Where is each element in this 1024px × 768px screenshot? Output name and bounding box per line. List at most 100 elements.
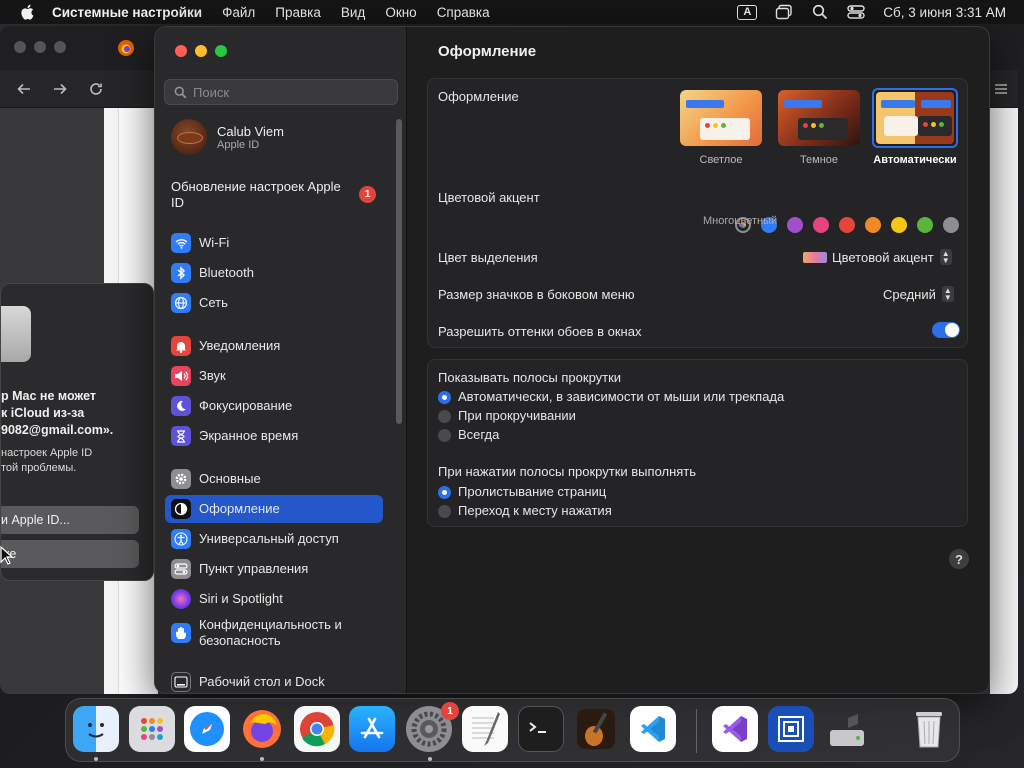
back-arrow-icon[interactable] [16,81,32,97]
appearance-light-option[interactable] [680,90,762,146]
show-scrollbars-label: Показывать полосы прокрутки [438,370,622,385]
sidebar-item-general[interactable]: Основные [165,465,383,493]
scrollbars-scrolling-radio[interactable] [438,410,451,423]
mouse-cursor-icon [0,546,14,565]
firefox-tab-icon[interactable] [117,39,135,57]
safari-icon[interactable] [184,706,230,752]
menu-view[interactable]: Вид [341,5,365,20]
highlight-color-value: Цветовой акцент [832,249,934,265]
appearance-auto-option[interactable] [872,88,958,148]
sidebar-item-accessibility[interactable]: Универсальный доступ [165,525,383,553]
search-icon[interactable] [811,4,829,20]
launchpad-icon[interactable] [129,706,175,752]
notification-badge: 1 [441,702,459,720]
sidebar-item-label: Сеть [199,295,228,310]
menu-edit[interactable]: Правка [275,5,321,20]
close-button[interactable] [175,45,187,57]
remote-desktop-icon[interactable] [768,706,814,752]
later-button[interactable]: же [1,540,139,568]
sidebar-scrollbar[interactable] [396,119,402,424]
menu-file[interactable]: Файл [222,5,255,20]
wallpaper-tinting-label: Разрешить оттенки обоев в окнах [438,324,642,339]
vscode-icon[interactable] [630,706,676,752]
menu-help[interactable]: Справка [437,5,490,20]
reload-icon[interactable] [88,81,104,97]
sidebar-item-label: Конфиденциальность и безопасность [199,617,342,648]
minimize-button[interactable] [195,45,207,57]
clock[interactable]: Сб, 3 июня 3:31 AM [883,5,1006,20]
scrollbars-auto-radio[interactable] [438,391,451,404]
sidebar-item-wifi[interactable]: Wi-Fi [165,229,383,257]
sidebar-item-label: Экранное время [199,428,299,443]
accent-red-swatch[interactable] [839,217,855,233]
forward-arrow-icon[interactable] [52,81,68,97]
menu-window[interactable]: Окно [385,5,416,20]
sidebar-item-desktop-dock[interactable]: Рабочий стол и Dock [165,668,383,693]
search-input[interactable] [193,84,393,100]
dock-icon [171,672,191,692]
visual-studio-icon[interactable] [712,706,758,752]
click-next-page-label: Пролистывание страниц [458,484,607,499]
running-indicator [428,757,432,761]
app-store-icon[interactable] [349,706,395,752]
appearance-auto-label: Автоматически [873,154,957,166]
sidebar-item-label: Wi-Fi [199,235,230,250]
scrollbars-always-radio[interactable] [438,429,451,442]
chrome-icon[interactable] [294,706,340,752]
sidebar-item-control-center[interactable]: Пункт управления [165,555,383,583]
siri-icon [171,589,191,609]
apple-id-update-item[interactable]: Обновление настроек Apple ID [171,179,346,211]
hamburger-menu-icon[interactable] [994,82,1008,96]
accent-orange-swatch[interactable] [865,217,881,233]
sidebar-item-bluetooth[interactable]: Bluetooth [165,259,383,287]
sidebar-item-sound[interactable]: Звук [165,362,383,390]
accent-purple-swatch[interactable] [787,217,803,233]
firefox-icon[interactable] [239,706,285,752]
thumb-dot [923,122,928,127]
icloud-alert-dialog: р Mac не может к iCloud из-за 9082@gmail… [0,283,154,581]
accent-graphite-swatch[interactable] [943,217,959,233]
sidebar-item-siri-spotlight[interactable]: Siri и Spotlight [165,585,383,613]
sidebar-item-appearance[interactable]: Оформление [165,495,383,523]
zoom-button[interactable] [215,45,227,57]
wallpaper-tinting-toggle[interactable] [932,322,960,338]
click-jump-radio[interactable] [438,505,451,518]
accent-green-swatch[interactable] [917,217,933,233]
sidebar-item-focus[interactable]: Фокусирование [165,392,383,420]
sidebar-item-network[interactable]: Сеть [165,289,383,317]
trash-icon[interactable] [906,706,952,752]
appearance-dark-option[interactable] [778,90,860,146]
help-button[interactable]: ? [949,549,969,569]
boot-camp-icon[interactable] [824,706,870,752]
input-source-icon[interactable]: A [737,4,758,20]
textedit-icon[interactable] [462,706,508,752]
page-sheet [990,108,1018,694]
browser-minimize-button[interactable] [34,41,46,53]
browser-zoom-button[interactable] [54,41,66,53]
icon-size-popup[interactable]: Средний ▲ ▼ [883,286,954,302]
apple-logo-icon[interactable] [18,4,36,20]
highlight-color-popup[interactable]: Цветовой акцент ▲ ▼ [803,249,952,265]
speaker-icon [171,366,191,386]
finder-icon[interactable] [73,706,119,752]
sidebar-item-privacy-security[interactable]: Конфиденциальность и безопасность [165,612,383,654]
search-field[interactable] [164,79,398,105]
page-title: Оформление [438,43,537,60]
scrollbars-auto-label: Автоматически, в зависимости от мыши или… [458,389,785,404]
sidebar-item-screen-time[interactable]: Экранное время [165,422,383,450]
garageband-icon[interactable] [573,706,619,752]
apple-id-settings-button[interactable]: и Apple ID... [1,506,139,534]
thumb-bar [784,100,822,108]
menu-app-name[interactable]: Системные настройки [52,5,202,20]
accent-pink-swatch[interactable] [813,217,829,233]
sidebar-item-label: Универсальный доступ [199,531,339,546]
control-center-icon[interactable] [847,4,865,20]
accent-yellow-swatch[interactable] [891,217,907,233]
browser-close-button[interactable] [14,41,26,53]
terminal-icon[interactable] [518,706,564,752]
window-stack-icon[interactable] [775,4,793,20]
sidebar-item-notifications[interactable]: Уведомления [165,332,383,360]
apple-id-profile[interactable]: Calub Viem Apple ID [171,119,284,155]
click-next-page-radio[interactable] [438,486,451,499]
sidebar-item-label: Рабочий стол и Dock [199,674,325,689]
